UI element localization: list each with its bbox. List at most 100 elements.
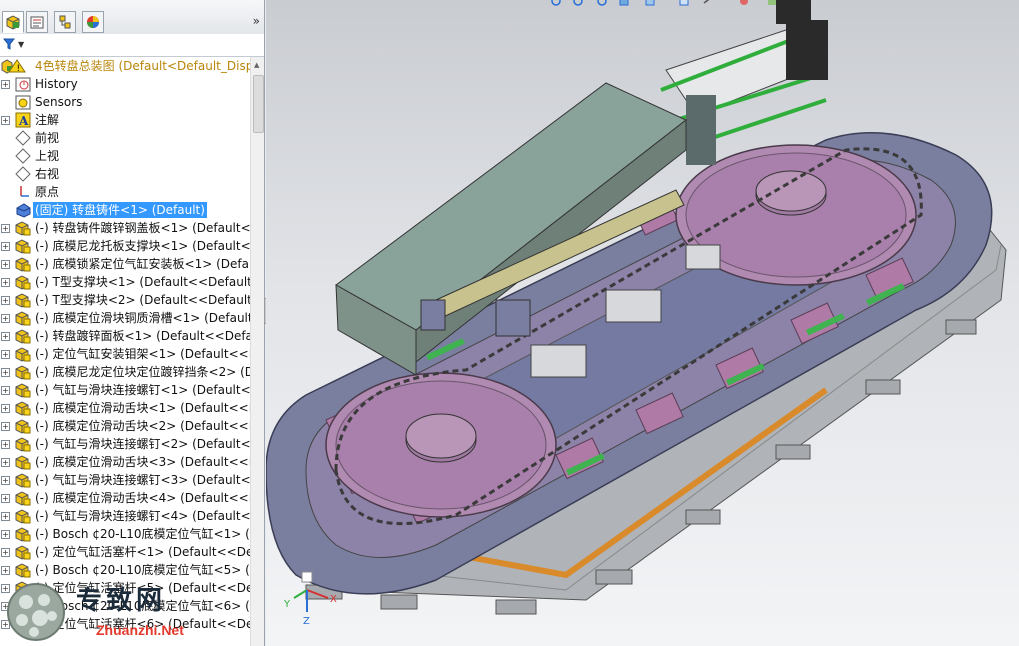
- tree-item[interactable]: + (-) 底模锁紧定位气缸安装板<1> (Defau: [0, 255, 250, 273]
- tree-item-label: 原点: [35, 185, 60, 199]
- appearance-manager-icon: [87, 16, 99, 28]
- tree-item[interactable]: + (-) 定位气缸活塞杆<1> (Default<<Def: [0, 543, 250, 561]
- svg-text:A: A: [18, 114, 29, 128]
- watermark-url: Zhuanzhi.Net: [96, 622, 184, 638]
- expand-toggle-icon[interactable]: +: [1, 332, 10, 341]
- tree-item-label: (-) 气缸与滑块连接螺钉<2> (Default<<: [35, 437, 250, 451]
- tree-item[interactable]: + (-) 转盘铸件踱锌钢盖板<1> (Default<<: [0, 219, 250, 237]
- tree-scrollbar[interactable]: ▲: [250, 57, 264, 646]
- tree-item[interactable]: 原点: [0, 183, 250, 201]
- expand-toggle-icon[interactable]: +: [1, 404, 10, 413]
- tree-item-label: (-) 气缸与滑块连接螺钉<3> (Default<<: [35, 473, 250, 487]
- expand-toggle-icon[interactable]: +: [1, 224, 10, 233]
- tree-item-label: (-) 气缸与滑块连接螺钉<1> (Default<<: [35, 383, 250, 397]
- expand-toggle-icon[interactable]: +: [1, 566, 10, 575]
- tree-item-label: (-) T型支撑块<1> (Default<<Default>: [35, 275, 250, 289]
- tree-item[interactable]: + (-) 底模尼龙定位块定位踱锌挡条<2> (D: [0, 363, 250, 381]
- tree-item[interactable]: 右视: [0, 165, 250, 183]
- tree-item-label: (-) 定位气缸安装钼架<1> (Default<<D: [35, 347, 250, 361]
- filter-dropdown-arrow-icon[interactable]: ▼: [18, 40, 24, 49]
- graphics-area[interactable]: X Y Z: [266, 0, 1019, 646]
- expand-toggle-icon[interactable]: +: [1, 548, 10, 557]
- tree-item[interactable]: + (-) 气缸与滑块连接螺钉<4> (Default<<: [0, 507, 250, 525]
- watermark: 专致网 Zhuanzhi.Net: [0, 578, 200, 646]
- expand-toggle-icon[interactable]: +: [1, 440, 10, 449]
- triad-z-label: Z: [303, 616, 310, 627]
- expand-toggle-icon[interactable]: +: [1, 278, 10, 287]
- component-icon: [15, 293, 31, 308]
- tree-item-label: Sensors: [35, 95, 83, 109]
- plane-icon: [15, 148, 31, 164]
- tree-item[interactable]: + (-) T型支撑块<1> (Default<<Default>: [0, 273, 250, 291]
- tree-item[interactable]: + (-) Bosch ¢20-L10底模定位气缸<1> (: [0, 525, 250, 543]
- tree-item[interactable]: + (-) 气缸与滑块连接螺钉<2> (Default<<: [0, 435, 250, 453]
- tree-item[interactable]: + (-) 定位气缸安装钼架<1> (Default<<D: [0, 345, 250, 363]
- tree-item[interactable]: + (-) Bosch ¢20-L10底模定位气缸<5> (: [0, 561, 250, 579]
- svg-text:!: !: [17, 64, 21, 74]
- tree-root-assembly[interactable]: ! 4色转盘总装图 (Default<Default_Disp: [0, 57, 250, 75]
- expand-toggle-icon[interactable]: +: [1, 386, 10, 395]
- tree-item-label: (-) Bosch ¢20-L10底模定位气缸<5> (: [35, 563, 250, 577]
- component-icon: [15, 545, 31, 560]
- tree-item[interactable]: + (-) 底模定位滑块铜质滑槽<1> (Default: [0, 309, 250, 327]
- component-icon: [15, 365, 31, 380]
- tree-item[interactable]: Sensors: [0, 93, 250, 111]
- tree-item[interactable]: + (-) T型支撑块<2> (Default<<Default>: [0, 291, 250, 309]
- feature-manager-icon: [6, 15, 20, 30]
- feature-manager-tab[interactable]: [2, 11, 24, 33]
- component-icon: [15, 455, 31, 470]
- tree-item[interactable]: + (-) 底模定位滑动舌块<2> (Default<<D: [0, 417, 250, 435]
- tree-item[interactable]: + (-) 底模定位滑动舌块<4> (Default<<D: [0, 489, 250, 507]
- tree-item[interactable]: + (-) 底模尼龙托板支撑块<1> (Default<<: [0, 237, 250, 255]
- tree-item[interactable]: + A 注解: [0, 111, 250, 129]
- expand-toggle-icon[interactable]: +: [1, 80, 10, 89]
- tree-item-label: (-) 底模定位滑动舌块<4> (Default<<D: [35, 491, 250, 505]
- tree-item[interactable]: + (-) 底模定位滑动舌块<3> (Default<<D: [0, 453, 250, 471]
- scroll-thumb[interactable]: [253, 75, 264, 133]
- tree-item[interactable]: (固定) 转盘铸件<1> (Default): [0, 201, 250, 219]
- tree-item-label: 右视: [35, 167, 60, 181]
- component-icon: [15, 239, 31, 254]
- expand-toggle-icon[interactable]: +: [1, 422, 10, 431]
- tree-item[interactable]: 上视: [0, 147, 250, 165]
- appearance-manager-tab[interactable]: [82, 11, 104, 33]
- watermark-logo-icon: [7, 583, 65, 641]
- tree-item-label: 前视: [35, 131, 60, 145]
- assembly-warning-icon: !: [1, 59, 26, 74]
- expand-toggle-icon[interactable]: +: [1, 494, 10, 503]
- cad-model-viewport[interactable]: X Y Z: [266, 0, 1019, 646]
- expand-toggle-icon[interactable]: +: [1, 260, 10, 269]
- expand-toggle-icon[interactable]: +: [1, 242, 10, 251]
- configuration-manager-icon: [59, 15, 71, 29]
- tree-item[interactable]: + (-) 气缸与滑块连接螺钉<3> (Default<<: [0, 471, 250, 489]
- funnel-icon[interactable]: [3, 38, 15, 50]
- expand-toggle-icon[interactable]: +: [1, 530, 10, 539]
- annotations-icon: A: [15, 112, 31, 128]
- expand-toggle-icon[interactable]: +: [1, 476, 10, 485]
- tree-item-label: (-) 底模定位滑动舌块<2> (Default<<D: [35, 419, 250, 433]
- component-icon: [15, 563, 31, 578]
- tree-item[interactable]: + (-) 气缸与滑块连接螺钉<1> (Default<<: [0, 381, 250, 399]
- tree-item-label: (-) 底模定位滑块铜质滑槽<1> (Default: [35, 311, 250, 325]
- expand-toggle-icon[interactable]: +: [1, 296, 10, 305]
- scroll-up-icon[interactable]: ▲: [254, 61, 259, 69]
- expand-toggle-icon[interactable]: +: [1, 512, 10, 521]
- tree-item-label: (-) 底模定位滑动舌块<1> (Default<<D: [35, 401, 250, 415]
- tree-item[interactable]: + History: [0, 75, 250, 93]
- tree-item[interactable]: 前视: [0, 129, 250, 147]
- feature-manager-panel: » ▼ ! 4色转盘总装图 (Default<Default_Disp + His…: [0, 0, 265, 646]
- expand-toggle-icon[interactable]: +: [1, 458, 10, 467]
- expand-toggle-icon[interactable]: +: [1, 116, 10, 125]
- expand-toggle-icon[interactable]: +: [1, 314, 10, 323]
- configuration-manager-tab[interactable]: [54, 11, 76, 33]
- tree-item[interactable]: + (-) 转盘踱锌面板<1> (Default<<Defau: [0, 327, 250, 345]
- tree-item-label: (-) 底模锁紧定位气缸安装板<1> (Defau: [35, 257, 250, 271]
- property-manager-tab[interactable]: [26, 11, 48, 33]
- expand-toggle-icon[interactable]: +: [1, 350, 10, 359]
- component-icon: [15, 383, 31, 398]
- tree-item-label: 注解: [35, 113, 60, 127]
- expand-panel-button[interactable]: »: [253, 14, 260, 28]
- expand-toggle-icon[interactable]: +: [1, 368, 10, 377]
- component-icon: [15, 275, 31, 290]
- tree-item[interactable]: + (-) 底模定位滑动舌块<1> (Default<<D: [0, 399, 250, 417]
